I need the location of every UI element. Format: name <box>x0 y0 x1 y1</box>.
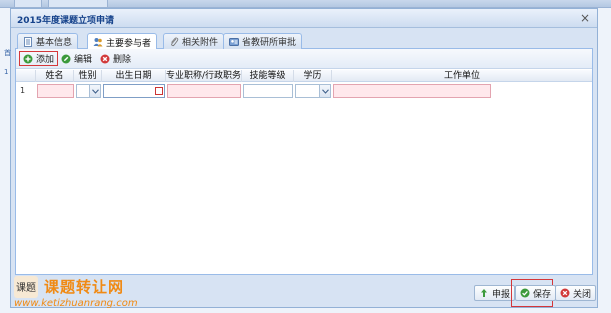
add-button[interactable]: 添加 <box>19 51 59 66</box>
title-input[interactable] <box>167 84 241 98</box>
edit-button[interactable]: 编辑 <box>58 51 95 66</box>
check-icon <box>520 288 530 298</box>
column-header-workplace[interactable]: 工作单位 <box>332 70 592 82</box>
tab-basic-info[interactable]: 基本信息 <box>17 33 79 49</box>
column-header-skill-level[interactable]: 技能等级 <box>242 70 294 82</box>
column-header-education[interactable]: 学历 <box>294 70 332 82</box>
paperclip-icon <box>169 37 179 47</box>
edit-button-label: 编辑 <box>74 55 93 65</box>
grid-toolbar: 添加 编辑 删除 <box>16 49 592 69</box>
project-application-dialog: 2015年度课题立项申请 × 基本信息 主要参与者 相关附件 省教研所审批 添加… <box>10 8 598 308</box>
delete-button[interactable]: 删除 <box>97 51 134 66</box>
tab-provincial-approval[interactable]: 省教研所审批 <box>223 33 303 49</box>
participants-panel: 添加 编辑 删除 姓名 性别 出生日期 专业职称/行政职务 技能等级 学历 工作… <box>15 49 593 275</box>
edit-icon <box>61 54 71 63</box>
column-header-birthdate[interactable]: 出生日期 <box>102 70 166 82</box>
save-button[interactable]: 保存 <box>515 285 557 301</box>
delete-button-label: 删除 <box>113 55 132 65</box>
watermark-url: www.ketizhuanrang.com <box>14 298 138 309</box>
tab-attachments[interactable]: 相关附件 <box>163 33 225 49</box>
submit-button[interactable]: 申报 <box>474 285 516 301</box>
chevron-down-icon[interactable] <box>319 85 330 97</box>
users-icon <box>93 37 103 47</box>
svg-text:课题: 课题 <box>16 282 36 294</box>
user-card-icon <box>229 37 239 47</box>
chevron-down-icon[interactable] <box>89 85 100 97</box>
workplace-input[interactable] <box>333 84 491 98</box>
add-button-label: 添加 <box>36 55 55 65</box>
background-tab[interactable] <box>14 0 42 8</box>
row-number: 1 <box>20 86 26 95</box>
close-button[interactable]: 关闭 <box>555 285 597 301</box>
close-icon[interactable]: × <box>579 11 591 25</box>
column-header-title[interactable]: 专业职称/行政职务 <box>166 70 242 82</box>
dialog-header: 2015年度课题立项申请 × <box>11 9 597 28</box>
close-button-label: 关闭 <box>573 289 592 300</box>
delete-icon <box>100 54 110 63</box>
submit-icon <box>481 289 487 297</box>
submit-button-label: 申报 <box>492 289 511 300</box>
save-button-label: 保存 <box>533 289 552 300</box>
watermark-logo: 课题 <box>14 276 38 298</box>
grid-header: 姓名 性别 出生日期 专业职称/行政职务 技能等级 学历 工作单位 <box>16 70 592 82</box>
tab-label: 主要参与者 <box>106 38 152 49</box>
dialog-title: 2015年度课题立项申请 <box>17 16 115 26</box>
tab-participants[interactable]: 主要参与者 <box>87 33 158 50</box>
column-header-rownum <box>16 70 36 82</box>
column-header-name[interactable]: 姓名 <box>36 70 74 82</box>
gender-select[interactable] <box>76 84 101 98</box>
calendar-icon[interactable] <box>155 87 163 95</box>
document-icon <box>23 36 33 47</box>
birthdate-input[interactable] <box>103 84 165 98</box>
tab-label: 基本信息 <box>36 38 73 48</box>
name-input[interactable] <box>37 84 74 98</box>
cancel-icon <box>560 288 570 298</box>
watermark-name: 课题转让网 <box>44 278 125 296</box>
background-marker: 首 <box>4 49 11 57</box>
tab-bar: 基本信息 主要参与者 相关附件 省教研所审批 <box>15 31 593 50</box>
background-tab-strip <box>0 0 611 8</box>
education-select[interactable] <box>295 84 331 98</box>
column-header-gender[interactable]: 性别 <box>74 70 102 82</box>
tab-label: 相关附件 <box>182 38 219 48</box>
tab-label: 省教研所审批 <box>242 38 297 48</box>
skill-level-input[interactable] <box>243 84 293 98</box>
background-tab[interactable] <box>48 0 108 8</box>
add-icon <box>23 54 33 63</box>
watermark: 课题 课题转让网 www.ketizhuanrang.com <box>14 276 184 312</box>
table-row: 1 <box>16 83 592 99</box>
background-marker: 1 <box>4 68 9 76</box>
